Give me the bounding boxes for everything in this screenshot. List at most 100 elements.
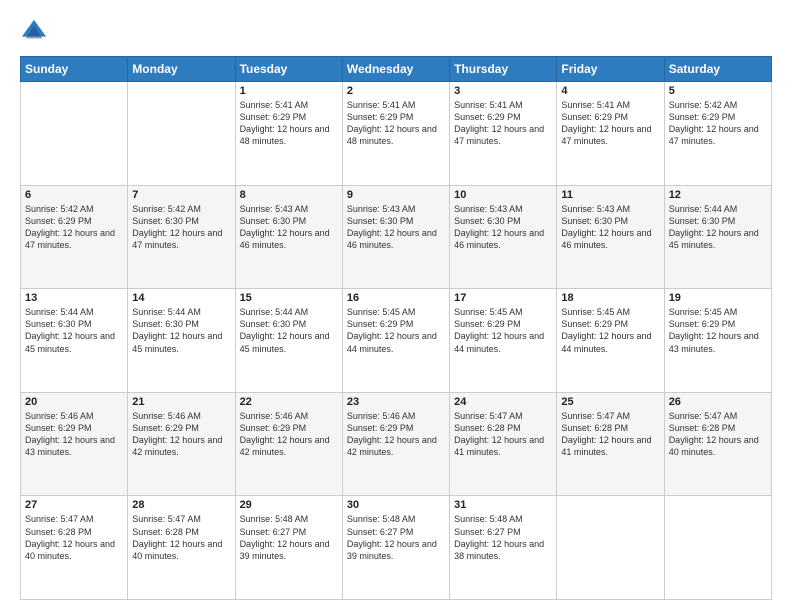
day-number: 16 [347, 292, 445, 304]
day-info: Sunrise: 5:42 AM Sunset: 6:29 PM Dayligh… [25, 203, 123, 252]
calendar-cell: 1 Sunrise: 5:41 AM Sunset: 6:29 PM Daylig… [235, 82, 342, 186]
day-number: 23 [347, 396, 445, 408]
day-info: Sunrise: 5:48 AM Sunset: 6:27 PM Dayligh… [454, 513, 552, 562]
day-info: Sunrise: 5:46 AM Sunset: 6:29 PM Dayligh… [132, 410, 230, 459]
calendar-cell: 17 Sunrise: 5:45 AM Sunset: 6:29 PM Dayli… [450, 289, 557, 393]
day-number: 18 [561, 292, 659, 304]
day-number: 22 [240, 396, 338, 408]
day-info: Sunrise: 5:47 AM Sunset: 6:28 PM Dayligh… [132, 513, 230, 562]
day-number: 21 [132, 396, 230, 408]
calendar-cell: 13Sunrise: 5:44 AM Sunset: 6:30 PM Dayli… [21, 289, 128, 393]
calendar-cell [664, 496, 771, 600]
calendar-week-row: 20 Sunrise: 5:46 AM Sunset: 6:29 PM Dayli… [21, 392, 772, 496]
day-info: Sunrise: 5:43 AM Sunset: 6:30 PM Dayligh… [240, 203, 338, 252]
day-info: Sunrise: 5:47 AM Sunset: 6:28 PM Dayligh… [561, 410, 659, 459]
calendar-cell: 6 Sunrise: 5:42 AM Sunset: 6:29 PM Daylig… [21, 185, 128, 289]
calendar-cell: 7Sunrise: 5:42 AM Sunset: 6:30 PM Daylig… [128, 185, 235, 289]
day-info: Sunrise: 5:41 AM Sunset: 6:29 PM Dayligh… [454, 99, 552, 148]
day-info: Sunrise: 5:45 AM Sunset: 6:29 PM Dayligh… [669, 306, 767, 355]
day-number: 20 [25, 396, 123, 408]
day-number: 12 [669, 189, 767, 201]
calendar-table: SundayMondayTuesdayWednesdayThursdayFrid… [20, 56, 772, 600]
calendar-cell: 10Sunrise: 5:43 AM Sunset: 6:30 PM Dayli… [450, 185, 557, 289]
calendar-cell: 19 Sunrise: 5:45 AM Sunset: 6:29 PM Dayli… [664, 289, 771, 393]
calendar-cell: 28Sunrise: 5:47 AM Sunset: 6:28 PM Dayli… [128, 496, 235, 600]
day-info: Sunrise: 5:42 AM Sunset: 6:30 PM Dayligh… [132, 203, 230, 252]
day-info: Sunrise: 5:48 AM Sunset: 6:27 PM Dayligh… [347, 513, 445, 562]
day-info: Sunrise: 5:44 AM Sunset: 6:30 PM Dayligh… [240, 306, 338, 355]
calendar-week-row: 27 Sunrise: 5:47 AM Sunset: 6:28 PM Dayli… [21, 496, 772, 600]
day-info: Sunrise: 5:47 AM Sunset: 6:28 PM Dayligh… [669, 410, 767, 459]
day-number: 1 [240, 85, 338, 97]
day-info: Sunrise: 5:48 AM Sunset: 6:27 PM Dayligh… [240, 513, 338, 562]
calendar-cell: 15 Sunrise: 5:44 AM Sunset: 6:30 PM Dayli… [235, 289, 342, 393]
day-number: 6 [25, 189, 123, 201]
calendar-cell: 8 Sunrise: 5:43 AM Sunset: 6:30 PM Daylig… [235, 185, 342, 289]
day-number: 31 [454, 499, 552, 511]
calendar-cell: 3Sunrise: 5:41 AM Sunset: 6:29 PM Daylig… [450, 82, 557, 186]
calendar-cell [128, 82, 235, 186]
calendar-cell: 20 Sunrise: 5:46 AM Sunset: 6:29 PM Dayli… [21, 392, 128, 496]
day-info: Sunrise: 5:43 AM Sunset: 6:30 PM Dayligh… [561, 203, 659, 252]
day-number: 26 [669, 396, 767, 408]
calendar-header-row: SundayMondayTuesdayWednesdayThursdayFrid… [21, 57, 772, 82]
calendar-cell: 4 Sunrise: 5:41 AM Sunset: 6:29 PM Daylig… [557, 82, 664, 186]
calendar-cell: 2 Sunrise: 5:41 AM Sunset: 6:29 PM Daylig… [342, 82, 449, 186]
day-number: 9 [347, 189, 445, 201]
day-number: 5 [669, 85, 767, 97]
calendar-cell: 31 Sunrise: 5:48 AM Sunset: 6:27 PM Dayli… [450, 496, 557, 600]
day-info: Sunrise: 5:47 AM Sunset: 6:28 PM Dayligh… [454, 410, 552, 459]
calendar-week-row: 1 Sunrise: 5:41 AM Sunset: 6:29 PM Daylig… [21, 82, 772, 186]
logo [20, 18, 52, 46]
day-info: Sunrise: 5:44 AM Sunset: 6:30 PM Dayligh… [132, 306, 230, 355]
day-info: Sunrise: 5:45 AM Sunset: 6:29 PM Dayligh… [347, 306, 445, 355]
day-number: 2 [347, 85, 445, 97]
calendar-header-wednesday: Wednesday [342, 57, 449, 82]
calendar-cell: 12 Sunrise: 5:44 AM Sunset: 6:30 PM Dayli… [664, 185, 771, 289]
day-info: Sunrise: 5:41 AM Sunset: 6:29 PM Dayligh… [561, 99, 659, 148]
calendar-cell: 29 Sunrise: 5:48 AM Sunset: 6:27 PM Dayli… [235, 496, 342, 600]
calendar-header-thursday: Thursday [450, 57, 557, 82]
day-number: 4 [561, 85, 659, 97]
day-number: 17 [454, 292, 552, 304]
calendar-week-row: 13Sunrise: 5:44 AM Sunset: 6:30 PM Dayli… [21, 289, 772, 393]
calendar-cell [557, 496, 664, 600]
day-info: Sunrise: 5:46 AM Sunset: 6:29 PM Dayligh… [25, 410, 123, 459]
day-info: Sunrise: 5:44 AM Sunset: 6:30 PM Dayligh… [25, 306, 123, 355]
calendar-header-monday: Monday [128, 57, 235, 82]
page: SundayMondayTuesdayWednesdayThursdayFrid… [0, 0, 792, 612]
calendar-cell: 16 Sunrise: 5:45 AM Sunset: 6:29 PM Dayli… [342, 289, 449, 393]
day-info: Sunrise: 5:41 AM Sunset: 6:29 PM Dayligh… [240, 99, 338, 148]
day-info: Sunrise: 5:42 AM Sunset: 6:29 PM Dayligh… [669, 99, 767, 148]
day-info: Sunrise: 5:41 AM Sunset: 6:29 PM Dayligh… [347, 99, 445, 148]
day-info: Sunrise: 5:45 AM Sunset: 6:29 PM Dayligh… [561, 306, 659, 355]
day-info: Sunrise: 5:45 AM Sunset: 6:29 PM Dayligh… [454, 306, 552, 355]
day-number: 8 [240, 189, 338, 201]
calendar-header-saturday: Saturday [664, 57, 771, 82]
logo-icon [20, 18, 48, 46]
calendar-cell: 14 Sunrise: 5:44 AM Sunset: 6:30 PM Dayli… [128, 289, 235, 393]
day-number: 15 [240, 292, 338, 304]
day-info: Sunrise: 5:47 AM Sunset: 6:28 PM Dayligh… [25, 513, 123, 562]
day-info: Sunrise: 5:44 AM Sunset: 6:30 PM Dayligh… [669, 203, 767, 252]
calendar-cell: 18 Sunrise: 5:45 AM Sunset: 6:29 PM Dayli… [557, 289, 664, 393]
day-info: Sunrise: 5:46 AM Sunset: 6:29 PM Dayligh… [347, 410, 445, 459]
calendar-cell: 21 Sunrise: 5:46 AM Sunset: 6:29 PM Dayli… [128, 392, 235, 496]
day-number: 19 [669, 292, 767, 304]
day-number: 30 [347, 499, 445, 511]
calendar-header-friday: Friday [557, 57, 664, 82]
day-info: Sunrise: 5:43 AM Sunset: 6:30 PM Dayligh… [454, 203, 552, 252]
day-number: 29 [240, 499, 338, 511]
day-number: 27 [25, 499, 123, 511]
day-info: Sunrise: 5:46 AM Sunset: 6:29 PM Dayligh… [240, 410, 338, 459]
calendar-cell: 23 Sunrise: 5:46 AM Sunset: 6:29 PM Dayli… [342, 392, 449, 496]
calendar-cell: 26 Sunrise: 5:47 AM Sunset: 6:28 PM Dayli… [664, 392, 771, 496]
day-number: 11 [561, 189, 659, 201]
calendar-cell: 27 Sunrise: 5:47 AM Sunset: 6:28 PM Dayli… [21, 496, 128, 600]
calendar-cell: 5 Sunrise: 5:42 AM Sunset: 6:29 PM Daylig… [664, 82, 771, 186]
day-number: 14 [132, 292, 230, 304]
calendar-cell: 30 Sunrise: 5:48 AM Sunset: 6:27 PM Dayli… [342, 496, 449, 600]
calendar-cell: 11 Sunrise: 5:43 AM Sunset: 6:30 PM Dayli… [557, 185, 664, 289]
calendar-cell: 25Sunrise: 5:47 AM Sunset: 6:28 PM Dayli… [557, 392, 664, 496]
calendar-week-row: 6 Sunrise: 5:42 AM Sunset: 6:29 PM Daylig… [21, 185, 772, 289]
